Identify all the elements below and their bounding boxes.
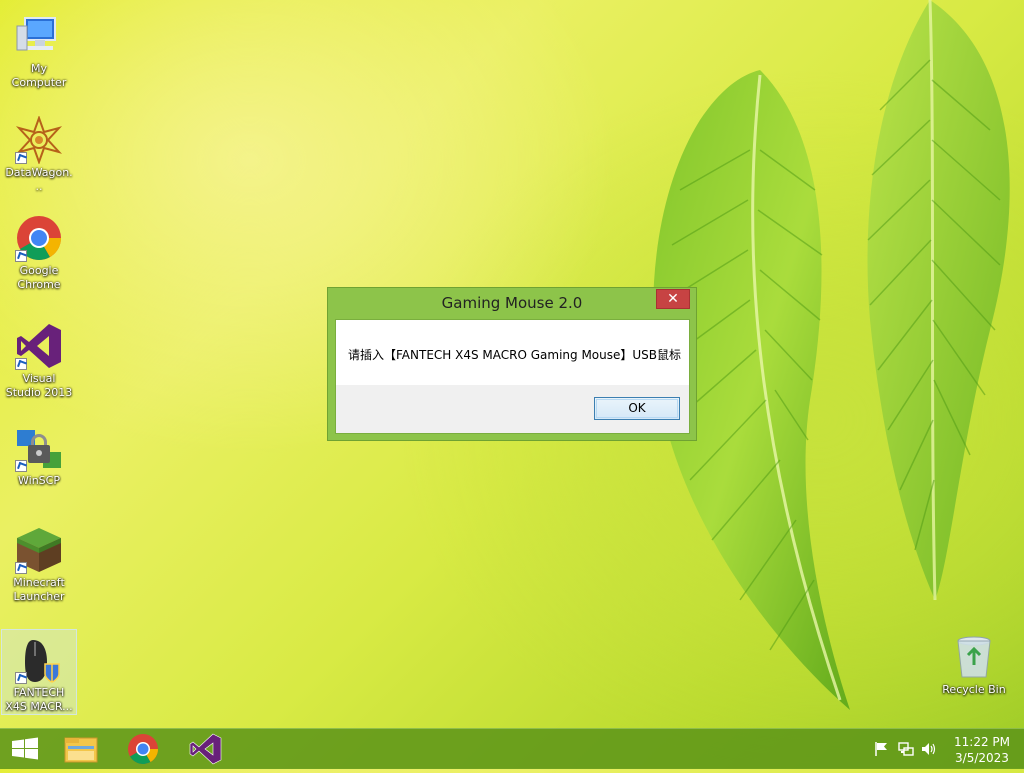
computer-icon bbox=[15, 12, 63, 60]
shortcut-arrow-icon bbox=[15, 672, 27, 684]
clock-date: 3/5/2023 bbox=[955, 751, 1009, 765]
dialog-body: 请插入【FANTECH X4S MACRO Gaming Mouse】USB鼠标… bbox=[335, 319, 690, 434]
winscp-icon bbox=[15, 424, 63, 472]
chrome-icon bbox=[128, 734, 158, 765]
desktop-icon-winscp[interactable]: WinSCP bbox=[2, 418, 76, 488]
desktop-icon-my-computer[interactable]: My Computer bbox=[2, 6, 76, 90]
desktop-icon-label: My Computer bbox=[11, 62, 67, 89]
dialog-message: 请插入【FANTECH X4S MACRO Gaming Mouse】USB鼠标 bbox=[348, 348, 682, 362]
taskbar-visual-studio[interactable] bbox=[176, 729, 234, 769]
taskbar: 11:22 PM 3/5/2023 bbox=[0, 728, 1024, 769]
file-explorer-icon bbox=[64, 737, 98, 763]
desktop-icon-google-chrome[interactable]: Google Chrome bbox=[2, 208, 76, 292]
dialog-close-button[interactable]: ✕ bbox=[656, 289, 690, 309]
desktop-icon-visual-studio[interactable]: Visual Studio 2013 bbox=[2, 316, 76, 400]
message-dialog: Gaming Mouse 2.0 ✕ 请插入【FANTECH X4S MACRO… bbox=[327, 287, 697, 441]
datawagon-icon bbox=[15, 115, 63, 165]
desktop-icon-label: DataWagon... bbox=[5, 166, 73, 193]
network-icon[interactable] bbox=[898, 741, 914, 757]
desktop-icon-label: Google Chrome bbox=[17, 264, 61, 291]
desktop-icon-label: Visual Studio 2013 bbox=[5, 372, 73, 399]
recycle-bin-icon bbox=[950, 633, 998, 681]
desktop-icon-label: FANTECH X4S MACR... bbox=[5, 686, 73, 713]
shortcut-arrow-icon bbox=[15, 460, 27, 472]
minecraft-icon bbox=[15, 526, 63, 574]
desktop-icon-fantech[interactable]: FANTECH X4S MACR... bbox=[1, 629, 77, 715]
desktop-icon-datawagon[interactable]: DataWagon... bbox=[2, 110, 76, 194]
windows-start-icon bbox=[12, 737, 38, 760]
close-icon: ✕ bbox=[667, 291, 679, 307]
flag-icon[interactable] bbox=[874, 741, 890, 757]
shortcut-arrow-icon bbox=[15, 358, 27, 370]
shortcut-arrow-icon bbox=[15, 152, 27, 164]
fantech-mouse-icon bbox=[15, 636, 63, 684]
visual-studio-icon bbox=[15, 322, 63, 370]
desktop-icon-recycle-bin[interactable]: Recycle Bin bbox=[937, 627, 1011, 697]
start-button[interactable] bbox=[0, 729, 58, 769]
desktop-icon-minecraft-launcher[interactable]: Minecraft Launcher bbox=[2, 520, 76, 604]
desktop-icon-label: Minecraft Launcher bbox=[13, 576, 65, 603]
system-clock[interactable]: 11:22 PM 3/5/2023 bbox=[946, 734, 1018, 766]
taskbar-chrome[interactable] bbox=[114, 729, 172, 769]
ok-button[interactable]: OK bbox=[594, 397, 680, 420]
dialog-footer: OK bbox=[336, 385, 689, 433]
shortcut-arrow-icon bbox=[15, 562, 27, 574]
taskbar-file-explorer[interactable] bbox=[52, 729, 110, 769]
shortcut-arrow-icon bbox=[15, 250, 27, 262]
desktop-icon-label: WinSCP bbox=[18, 474, 60, 487]
volume-icon[interactable] bbox=[921, 741, 937, 757]
clock-time: 11:22 PM bbox=[954, 735, 1010, 749]
desktop-icon-label: Recycle Bin bbox=[942, 683, 1006, 696]
dialog-title: Gaming Mouse 2.0 bbox=[441, 294, 583, 312]
visual-studio-icon bbox=[189, 733, 222, 765]
chrome-icon bbox=[15, 214, 63, 262]
